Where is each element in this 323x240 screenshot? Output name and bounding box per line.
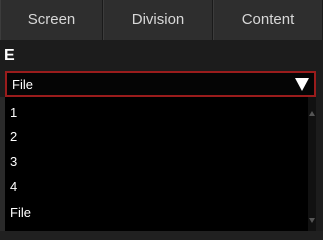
dropdown-option-4[interactable]: 4: [10, 177, 17, 197]
tab-content[interactable]: Content: [213, 0, 323, 40]
dropdown-arrow-icon[interactable]: [295, 78, 309, 91]
section-letter: E: [4, 47, 15, 64]
dropdown-scrollbar[interactable]: [308, 97, 316, 231]
select-value: File: [12, 77, 33, 92]
dropdown-option-3[interactable]: 3: [10, 152, 17, 172]
dropdown-option-file[interactable]: File: [10, 203, 31, 223]
dropdown-option-2[interactable]: 2: [10, 127, 17, 147]
bottom-strip: [0, 231, 323, 240]
scroll-down-icon[interactable]: [309, 218, 315, 223]
tab-screen[interactable]: Screen: [0, 0, 103, 40]
tab-bar: Screen Division Content: [0, 0, 323, 41]
source-select[interactable]: File: [5, 71, 316, 97]
dropdown-list[interactable]: 1 2 3 4 File: [5, 97, 316, 231]
dropdown-option-1[interactable]: 1: [10, 103, 17, 123]
scroll-up-icon[interactable]: [309, 111, 315, 116]
tab-division[interactable]: Division: [103, 0, 213, 40]
